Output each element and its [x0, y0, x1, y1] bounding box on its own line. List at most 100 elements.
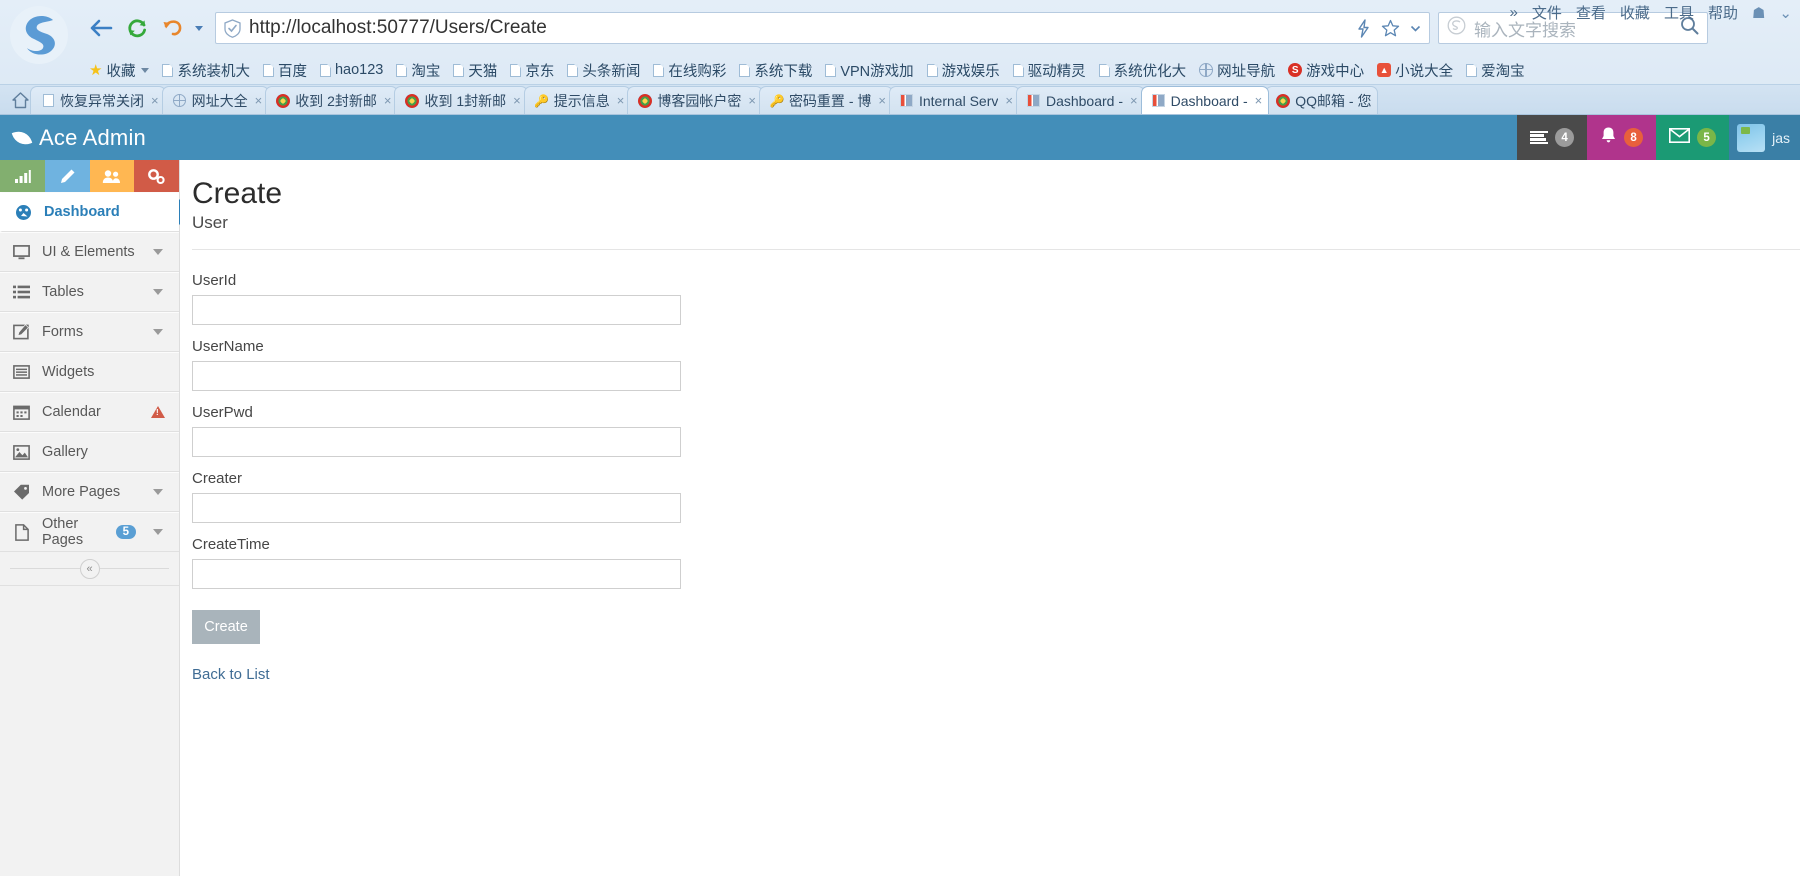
- createtime-field[interactable]: [192, 558, 681, 589]
- app-navbar: Ace Admin 4 8 5 jas: [0, 115, 1800, 160]
- messages-button[interactable]: 5: [1656, 115, 1730, 160]
- create-submit-button[interactable]: Create: [192, 609, 260, 644]
- edit-square-icon: [12, 324, 31, 340]
- back-button[interactable]: [86, 13, 116, 43]
- sogou-browser-logo: [8, 4, 70, 66]
- browser-menu-favorites[interactable]: 收藏: [1620, 2, 1650, 23]
- page-icon: [1098, 63, 1110, 77]
- bookmark-item[interactable]: 头条新闻: [562, 59, 645, 82]
- tab-close-icon[interactable]: ×: [149, 93, 159, 108]
- browser-menu-view[interactable]: 查看: [1576, 2, 1606, 23]
- bookmark-item[interactable]: 京东: [505, 59, 559, 82]
- bookmark-item[interactable]: 网址导航: [1194, 59, 1280, 82]
- chevron-down-icon[interactable]: [1410, 23, 1421, 34]
- tab-1[interactable]: 网址大全 ×: [161, 86, 270, 114]
- sidebar-item-ui-elements[interactable]: UI & Elements: [0, 232, 179, 272]
- tab-close-icon[interactable]: ×: [1253, 93, 1263, 108]
- bookmark-item[interactable]: ▲ 小说大全: [1372, 59, 1458, 82]
- chevron-down-icon[interactable]: [141, 67, 150, 73]
- shirt-skin-icon[interactable]: ☗: [1752, 4, 1765, 22]
- browser-menu-file[interactable]: 文件: [1532, 2, 1562, 23]
- tab-6[interactable]: 🔑 密码重置 - 博 ×: [758, 86, 893, 114]
- tab-close-icon[interactable]: ×: [876, 93, 886, 108]
- globe-icon: [1198, 62, 1214, 77]
- tab-3[interactable]: 收到 1封新邮 ×: [394, 86, 528, 114]
- sidebar-collapse-button[interactable]: «: [79, 558, 100, 579]
- sidebar-shortcuts: [0, 160, 179, 192]
- address-bar[interactable]: http://localhost:50777/Users/Create: [215, 12, 1430, 44]
- lightning-icon[interactable]: [1356, 18, 1371, 38]
- tab-8[interactable]: Dashboard - ×: [1015, 86, 1145, 114]
- browser-menu-overflow[interactable]: »: [1510, 4, 1518, 21]
- bookmark-favorites[interactable]: ★ 收藏: [84, 59, 154, 82]
- userpwd-field[interactable]: [192, 426, 681, 457]
- user-menu-button[interactable]: jas: [1729, 115, 1800, 160]
- sidebar-item-calendar[interactable]: Calendar: [0, 392, 179, 432]
- tab-5[interactable]: 博客园帐户密 ×: [627, 86, 763, 114]
- tab-10[interactable]: QQ邮箱 - 您: [1265, 86, 1379, 114]
- tab-9-active[interactable]: Dashboard - ×: [1140, 86, 1270, 114]
- bookmark-item[interactable]: 系统下载: [734, 59, 817, 82]
- bookmark-item[interactable]: 系统装机大: [157, 59, 255, 82]
- sidebar-item-forms[interactable]: Forms: [0, 312, 179, 352]
- creater-field[interactable]: [192, 492, 681, 523]
- tab-7[interactable]: Internal Serv ×: [888, 86, 1020, 114]
- sidebar-item-other-pages[interactable]: Other Pages 5: [0, 512, 179, 552]
- chevron-down-icon[interactable]: [153, 489, 163, 495]
- browser-menu-help[interactable]: 帮助: [1708, 2, 1738, 23]
- chevron-down-icon[interactable]: ⌄: [1779, 4, 1792, 22]
- bookmark-item[interactable]: 天猫: [448, 59, 502, 82]
- chevron-down-icon[interactable]: [153, 289, 163, 295]
- tab-4[interactable]: 🔑 提示信息 ×: [523, 86, 632, 114]
- back-to-list-link[interactable]: Back to List: [192, 666, 270, 683]
- tab-close-icon[interactable]: ×: [746, 93, 756, 108]
- bookmark-item[interactable]: S 游戏中心: [1283, 59, 1369, 82]
- bookmark-item[interactable]: 淘宝: [391, 59, 445, 82]
- undo-icon[interactable]: [158, 13, 188, 43]
- tab-close-icon[interactable]: ×: [382, 93, 392, 108]
- tab-2[interactable]: 收到 2封新邮 ×: [265, 86, 399, 114]
- shortcut-settings-button[interactable]: [134, 160, 179, 192]
- sidebar-item-label: More Pages: [42, 484, 121, 500]
- chevron-down-icon[interactable]: [153, 329, 163, 335]
- shortcut-chart-button[interactable]: [0, 160, 45, 192]
- bookmark-item[interactable]: hao123: [315, 61, 388, 79]
- refresh-icon[interactable]: [122, 13, 152, 43]
- sidebar-item-gallery[interactable]: Gallery: [0, 432, 179, 472]
- notifications-button[interactable]: 8: [1587, 115, 1657, 160]
- tab-0[interactable]: 恢复异常关闭 ×: [30, 86, 166, 114]
- shortcut-users-button[interactable]: [89, 160, 135, 192]
- sidebar-item-dashboard[interactable]: Dashboard: [0, 192, 192, 232]
- browser-menu-tools[interactable]: 工具: [1664, 2, 1694, 23]
- tab-close-icon[interactable]: ×: [615, 93, 625, 108]
- bookmark-item[interactable]: 系统优化大: [1094, 59, 1192, 82]
- envelope-icon: [1669, 127, 1691, 148]
- bar-icon: [900, 94, 914, 108]
- page-icon: [1012, 63, 1024, 77]
- tab-close-icon[interactable]: ×: [1003, 93, 1013, 108]
- user-name-label: jas: [1772, 129, 1790, 146]
- sidebar-item-more-pages[interactable]: More Pages: [0, 472, 179, 512]
- sidebar-item-tables[interactable]: Tables: [0, 272, 179, 312]
- sidebar-item-widgets[interactable]: Widgets: [0, 352, 179, 392]
- undo-dropdown-icon[interactable]: [195, 25, 203, 31]
- chevron-down-icon[interactable]: [153, 529, 163, 535]
- userid-field[interactable]: [192, 294, 681, 325]
- bookmark-item[interactable]: 在线购彩: [648, 59, 731, 82]
- bookmark-item[interactable]: 游戏娱乐: [922, 59, 1005, 82]
- app-brand[interactable]: Ace Admin: [0, 125, 190, 151]
- tasks-button[interactable]: 4: [1517, 115, 1588, 160]
- bookmark-item[interactable]: 爱淘宝: [1461, 59, 1530, 82]
- bookmark-item[interactable]: 驱动精灵: [1008, 59, 1091, 82]
- shortcut-edit-button[interactable]: [44, 160, 90, 192]
- star-icon[interactable]: [1381, 19, 1400, 38]
- sidebar-item-label: Gallery: [42, 444, 88, 460]
- chevron-down-icon[interactable]: [153, 249, 163, 255]
- bookmark-item[interactable]: VPN游戏加: [820, 59, 918, 82]
- form-group-username: UserName: [192, 338, 1800, 391]
- tab-close-icon[interactable]: ×: [1128, 93, 1138, 108]
- tab-close-icon[interactable]: ×: [511, 93, 521, 108]
- tab-close-icon[interactable]: ×: [253, 93, 263, 108]
- bookmark-item[interactable]: 百度: [258, 59, 312, 82]
- username-field[interactable]: [192, 360, 681, 391]
